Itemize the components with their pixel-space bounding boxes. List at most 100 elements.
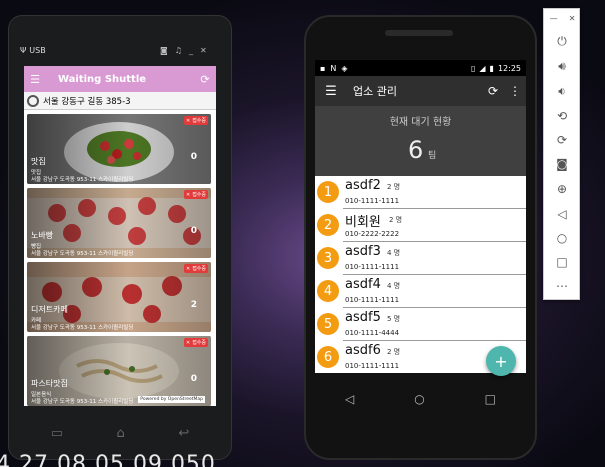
queue-people: 2 명: [389, 216, 403, 224]
back-icon[interactable]: ◁: [345, 392, 354, 406]
waiting-count: 0: [190, 152, 197, 162]
queue-name: asdf4: [345, 277, 381, 292]
queue-phone: 010-1111-1111: [345, 362, 400, 370]
usb-icon: Ψ: [20, 46, 27, 55]
refresh-icon[interactable]: ⟳: [194, 73, 216, 86]
recent-apps-icon[interactable]: ▭: [51, 426, 63, 441]
queue-name: asdf5: [345, 310, 381, 325]
notification-icon: N: [330, 63, 337, 73]
shop-card-3[interactable]: ✕ 접수중 디저트카페 카페 서울 강남구 도곡동 953-11 스카이퀄리빌딩 …: [27, 262, 211, 332]
left-app-bar: ☰ Waiting Shuttle ⟳: [24, 66, 216, 92]
utensils-icon: ✕: [185, 191, 191, 198]
address-bar[interactable]: 서울 강동구 길동 385-3: [24, 92, 216, 110]
queue-number: 1: [317, 181, 339, 203]
more-options-icon[interactable]: ⋮: [504, 84, 526, 98]
zoom-icon[interactable]: ⊕: [550, 179, 574, 199]
queue-item[interactable]: 3 asdf3 4 명 010-1111-1111: [315, 242, 526, 275]
waiting-team-unit: 팀: [428, 151, 437, 161]
recent-apps-icon[interactable]: □: [485, 392, 496, 406]
power-icon[interactable]: ⏻: [550, 31, 574, 51]
queue-number: 3: [317, 247, 339, 269]
add-queue-fab[interactable]: +: [486, 346, 516, 376]
queue-name: asdf2: [345, 178, 381, 193]
waiting-count: 2: [190, 300, 197, 310]
close-icon[interactable]: ✕: [200, 46, 207, 55]
queue-phone: 010-1111-1111: [345, 296, 400, 304]
waiting-team-count: 6: [408, 136, 424, 164]
queue-item[interactable]: 5 asdf5 5 명 010-1111-4444: [315, 308, 526, 341]
left-phone-screen: ☰ Waiting Shuttle ⟳ 서울 강동구 길동 385-3 ✕ 접수중…: [24, 66, 216, 406]
queue-number: 5: [317, 313, 339, 335]
volume-down-icon[interactable]: 🔉︎: [550, 81, 574, 101]
status-badge: ✕ 접수중: [183, 190, 208, 199]
usb-indicator: Ψ USB: [20, 46, 46, 55]
more-icon[interactable]: ⋯: [550, 276, 574, 296]
home-icon[interactable]: ○: [414, 392, 424, 406]
queue-name: asdf6: [345, 343, 381, 358]
right-app-bar: ☰ 업소 관리 ⟳ ⋮: [315, 76, 526, 106]
vibrate-icon: ▯: [470, 63, 476, 73]
shop-card-4[interactable]: ✕ 접수중 파스타맛집 일본음식 서울 강남구 도곡동 953-11 스카이퀄리빌…: [27, 336, 211, 406]
queue-item[interactable]: 1 asdf2 2 명 010-1111-1111: [315, 176, 526, 209]
queue-name: asdf3: [345, 244, 381, 259]
status-badge: ✕ 접수중: [183, 264, 208, 273]
queue-people: 2 명: [387, 348, 401, 356]
queue-people: 2 명: [387, 183, 401, 191]
queue-people: 5 명: [387, 315, 401, 323]
back-icon[interactable]: ◁: [550, 204, 574, 224]
queue-number: 6: [317, 346, 339, 368]
queue-number: 2: [317, 214, 339, 236]
screenshot-icon[interactable]: ◙: [550, 154, 574, 174]
right-phone-screen: ▪ N ◈ ▯ ◢ ▮ 12:25 ☰ 업소 관리 ⟳ ⋮ 현재 대기 현황 6…: [315, 60, 526, 373]
home-icon[interactable]: ○: [550, 228, 574, 248]
utensils-icon: ✕: [185, 117, 191, 124]
status-bar: ▪ N ◈ ▯ ◢ ▮ 12:25: [315, 60, 526, 76]
signal-icon: ◢: [479, 63, 486, 73]
status-badge: ✕ 접수중: [183, 116, 208, 125]
left-nav-bar: ▭ ⌂ ↩: [24, 420, 216, 446]
status-time: 12:25: [497, 63, 521, 73]
shop-card-1[interactable]: ✕ 접수중 맛집 맛집 서울 강남구 도곡동 953-11 스카이퀄리빌딩 0: [27, 114, 211, 184]
sim-icon: ▪: [320, 63, 326, 73]
speaker-grille: [385, 30, 453, 36]
queue-item[interactable]: 2 비회원 2 명 010-2222-2222: [315, 209, 526, 242]
close-icon[interactable]: ✕: [569, 14, 576, 23]
queue-phone: 010-2222-2222: [345, 230, 400, 238]
left-system-icons: ◙ ♫ _ ✕: [160, 46, 207, 55]
location-icon: [27, 94, 39, 107]
right-nav-bar: ◁ ○ □: [315, 386, 526, 412]
waiting-count: 0: [190, 226, 197, 236]
emulator-toolbar: — ✕ ⏻ 🔊︎ 🔉︎ ⟲ ⟳ ◙ ⊕ ◁ ○ □ ⋯: [543, 8, 580, 300]
rotate-right-icon[interactable]: ⟳: [550, 130, 574, 150]
waiting-status-header: 현재 대기 현황 6 팀: [315, 106, 526, 176]
menu-icon[interactable]: ☰: [24, 73, 46, 86]
back-icon[interactable]: ↩: [178, 426, 189, 441]
minimize-icon[interactable]: _: [189, 46, 193, 55]
minimize-icon[interactable]: —: [550, 14, 558, 23]
menu-icon[interactable]: ☰: [315, 84, 347, 99]
queue-item[interactable]: 4 asdf4 4 명 010-1111-1111: [315, 275, 526, 308]
bottom-partial-text: 4 27 08 05 09 050: [0, 452, 216, 467]
volume-up-icon[interactable]: 🔊︎: [550, 56, 574, 76]
left-app-title: Waiting Shuttle: [58, 73, 147, 85]
shop-card-2[interactable]: ✕ 접수중 노바빵 빵집 서울 강남구 도곡동 953-11 스카이퀄리빌딩 0: [27, 188, 211, 258]
map-attribution: Powered by OpenStreetMap: [138, 396, 205, 403]
rotate-left-icon[interactable]: ⟲: [550, 106, 574, 126]
refresh-icon[interactable]: ⟳: [482, 84, 504, 98]
waiting-count: 0: [190, 374, 197, 384]
queue-phone: 010-1111-1111: [345, 263, 400, 271]
waiting-status-label: 현재 대기 현황: [389, 117, 452, 128]
utensils-icon: ✕: [185, 265, 191, 272]
overview-icon[interactable]: □: [550, 252, 574, 272]
bell-icon: ♫: [174, 46, 182, 55]
queue-people: 4 명: [387, 249, 401, 257]
right-app-title: 업소 관리: [353, 85, 397, 98]
utensils-icon: ✕: [185, 339, 191, 346]
app-notification-icon: ◈: [341, 63, 348, 73]
battery-icon: ▮: [489, 63, 494, 73]
queue-name: 비회원: [345, 215, 381, 230]
queue-people: 4 명: [387, 282, 401, 290]
queue-phone: 010-1111-1111: [345, 197, 400, 205]
camera-icon: ◙: [160, 46, 168, 55]
home-icon[interactable]: ⌂: [117, 426, 125, 441]
